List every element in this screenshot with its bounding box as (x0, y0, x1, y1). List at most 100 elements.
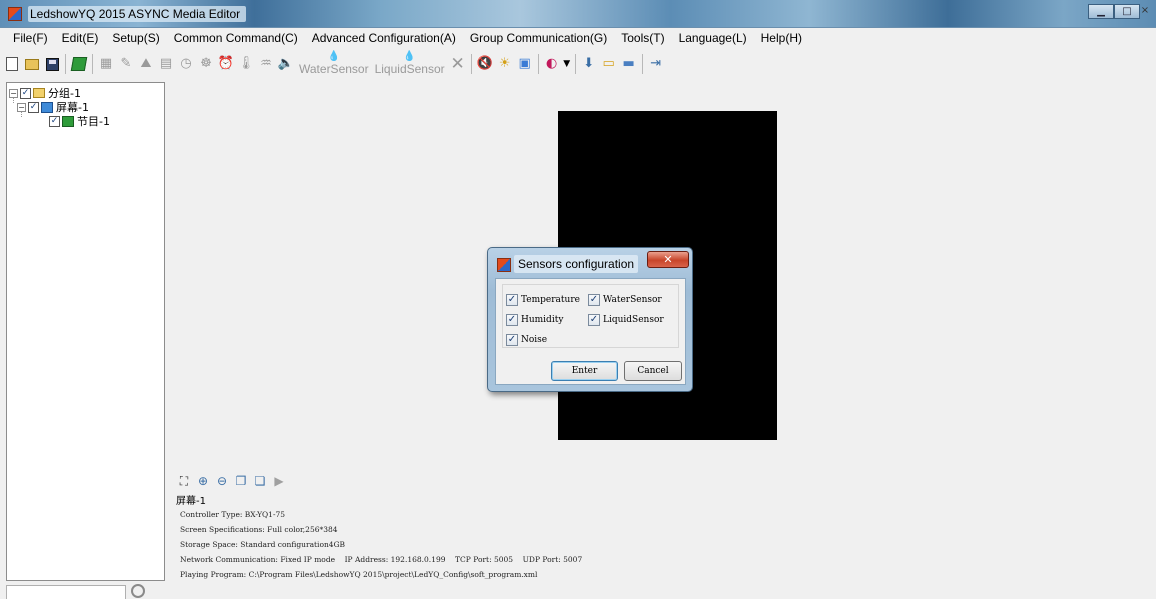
humidity-option[interactable]: ✓ Humidity (506, 313, 563, 327)
liquid-sensor-label: LiquidSensor (374, 62, 445, 76)
calendar-area-icon[interactable]: ▤ (157, 55, 175, 73)
toolbar-separator (537, 54, 539, 74)
collapse-toggle[interactable]: − (17, 102, 26, 112)
search-input[interactable] (6, 585, 126, 599)
humidity-checkbox[interactable]: ✓ (506, 314, 518, 326)
search-icon[interactable] (131, 584, 145, 598)
new-file-icon[interactable] (3, 55, 21, 73)
screen-checkbox[interactable]: ✓ (28, 101, 39, 113)
volume-icon[interactable]: 🔇 (476, 55, 494, 73)
liquid-sensor-button[interactable]: 💧 LiquidSensor (374, 51, 445, 77)
brightness-icon[interactable]: ☀ (496, 55, 514, 73)
menu-setup[interactable]: Setup(S) (107, 28, 165, 48)
dialog-close-button[interactable]: ✕ (647, 251, 689, 268)
dropdown-arrow-icon[interactable]: ▼ (563, 55, 571, 73)
alarm-clock-icon[interactable]: ⏰ (217, 55, 235, 73)
info-screen-title: 屏幕-1 (176, 496, 206, 507)
playing-program-text: Playing Program: C:\Program Files\Ledsho… (180, 570, 538, 579)
water-sensor-option-label: WaterSensor (603, 295, 662, 305)
window-title: LedshowYQ 2015 ASYNC Media Editor (28, 6, 247, 22)
exit-icon[interactable]: ⇥ (647, 55, 665, 73)
menu-tools[interactable]: Tools(T) (616, 28, 670, 48)
play-icon[interactable]: ▶ (270, 473, 288, 489)
copy-icon[interactable]: ❐ (232, 473, 250, 489)
water-sensor-label: WaterSensor (299, 62, 369, 76)
liquid-drop-icon: 💧 (403, 51, 416, 62)
humidity-label: Humidity (521, 315, 564, 325)
open-folder-icon[interactable] (23, 55, 41, 73)
liquid-sensor-option[interactable]: ✓ LiquidSensor (588, 313, 664, 327)
program-checkbox[interactable]: ✓ (49, 115, 60, 127)
maximize-button[interactable]: □ (1114, 4, 1140, 19)
liquid-sensor-option-label: LiquidSensor (603, 315, 664, 325)
group-checkbox[interactable]: ✓ (20, 87, 31, 99)
lunar-area-icon[interactable]: ☸ (197, 55, 215, 73)
title-bar[interactable]: LedshowYQ 2015 ASYNC Media Editor ▁ □ × (0, 0, 1156, 28)
controller-type-text: Controller Type: BX-YQ1-75 (180, 510, 286, 519)
water-sensor-option[interactable]: ✓ WaterSensor (588, 293, 662, 307)
collapse-toggle[interactable]: − (9, 88, 18, 98)
delete-icon[interactable]: ✕ (449, 55, 467, 73)
image-area-icon[interactable]: ⛰ (137, 55, 155, 73)
toolbar: ▦ ✎ ⛰ ▤ ◷ ☸ ⏰ 🌡 ♒ 🔈 💧 WaterSensor 💧 Liqu… (0, 48, 1156, 80)
tree-node-program[interactable]: ✓ 节目-1 (49, 114, 110, 128)
network-icon[interactable]: ◐ (543, 55, 561, 73)
menu-file[interactable]: File(F) (8, 28, 54, 48)
menu-language[interactable]: Language(L) (674, 28, 753, 48)
temperature-label: Temperature (521, 295, 580, 305)
usb-import-icon[interactable]: ▬ (620, 55, 638, 73)
app-icon (8, 7, 22, 21)
timer-switch-icon[interactable]: ▣ (516, 55, 534, 73)
toolbar-separator (574, 54, 576, 74)
screen-spec-text: Screen Specifications: Full color,256*38… (180, 525, 338, 534)
close-window-button[interactable]: × (1140, 4, 1150, 19)
toolbar-separator (641, 54, 643, 74)
zoom-toolbar: ⛶ ⊕ ⊖ ❐ ❏ ▶ (175, 472, 289, 490)
menu-edit[interactable]: Edit(E) (57, 28, 105, 48)
enter-button[interactable]: Enter (551, 361, 618, 381)
humidity-icon[interactable]: ♒ (257, 55, 275, 73)
network-communication-text: Network Communication: Fixed IP mode IP … (180, 555, 583, 564)
window-controls: ▁ □ × (1088, 4, 1150, 20)
toolbar-separator (92, 54, 93, 74)
tree-program-label: 节目-1 (77, 115, 110, 128)
toolbar-separator (470, 54, 472, 74)
screen-info-panel: 屏幕-1 Controller Type: BX-YQ1-75 Screen S… (170, 494, 1150, 584)
water-drop-icon: 💧 (327, 51, 341, 62)
tree-node-group[interactable]: − ✓ 分组-1 (9, 86, 81, 100)
cancel-button[interactable]: Cancel (624, 361, 682, 381)
minimize-button[interactable]: ▁ (1088, 4, 1114, 19)
menu-advanced-configuration[interactable]: Advanced Configuration(A) (307, 28, 462, 48)
menu-group-communication[interactable]: Group Communication(G) (465, 28, 613, 48)
add-program-icon[interactable] (70, 55, 88, 73)
noise-checkbox[interactable]: ✓ (506, 334, 518, 346)
zoom-in-icon[interactable]: ⊕ (194, 473, 212, 489)
fit-screen-icon[interactable]: ⛶ (175, 473, 193, 489)
storage-space-text: Storage Space: Standard configuration4GB (180, 540, 346, 549)
save-icon[interactable] (43, 55, 61, 73)
temperature-checkbox[interactable]: ✓ (506, 294, 518, 306)
table-area-icon[interactable]: ▦ (97, 55, 115, 73)
menu-common-command[interactable]: Common Command(C) (169, 28, 304, 48)
menu-help[interactable]: Help(H) (756, 28, 808, 48)
menu-bar: File(F) Edit(E) Setup(S) Common Command(… (0, 28, 1156, 48)
zoom-out-icon[interactable]: ⊖ (213, 473, 231, 489)
text-area-icon[interactable]: ✎ (117, 55, 135, 73)
noise-option[interactable]: ✓ Noise (506, 333, 547, 347)
tree-node-screen[interactable]: − ✓ 屏幕-1 (17, 100, 89, 114)
paste-icon[interactable]: ❏ (251, 473, 269, 489)
dialog-body: ✓ Temperature ✓ WaterSensor ✓ Humidity ✓… (495, 278, 686, 385)
sensor-options-group: ✓ Temperature ✓ WaterSensor ✓ Humidity ✓… (502, 284, 679, 348)
water-sensor-button[interactable]: 💧 WaterSensor (299, 51, 369, 77)
program-tree[interactable]: − ✓ 分组-1 − ✓ 屏幕-1 ✓ 节目-1 (6, 82, 165, 581)
clock-area-icon[interactable]: ◷ (177, 55, 195, 73)
water-sensor-checkbox[interactable]: ✓ (588, 294, 600, 306)
liquid-sensor-checkbox[interactable]: ✓ (588, 314, 600, 326)
noise-label: Noise (521, 335, 548, 345)
noise-icon[interactable]: 🔈 (277, 55, 295, 73)
screen-icon (41, 101, 53, 113)
usb-export-icon[interactable]: ▭ (600, 55, 618, 73)
temperature-option[interactable]: ✓ Temperature (506, 293, 580, 307)
send-icon[interactable]: ⬇ (580, 55, 598, 73)
thermometer-icon[interactable]: 🌡 (237, 55, 255, 73)
